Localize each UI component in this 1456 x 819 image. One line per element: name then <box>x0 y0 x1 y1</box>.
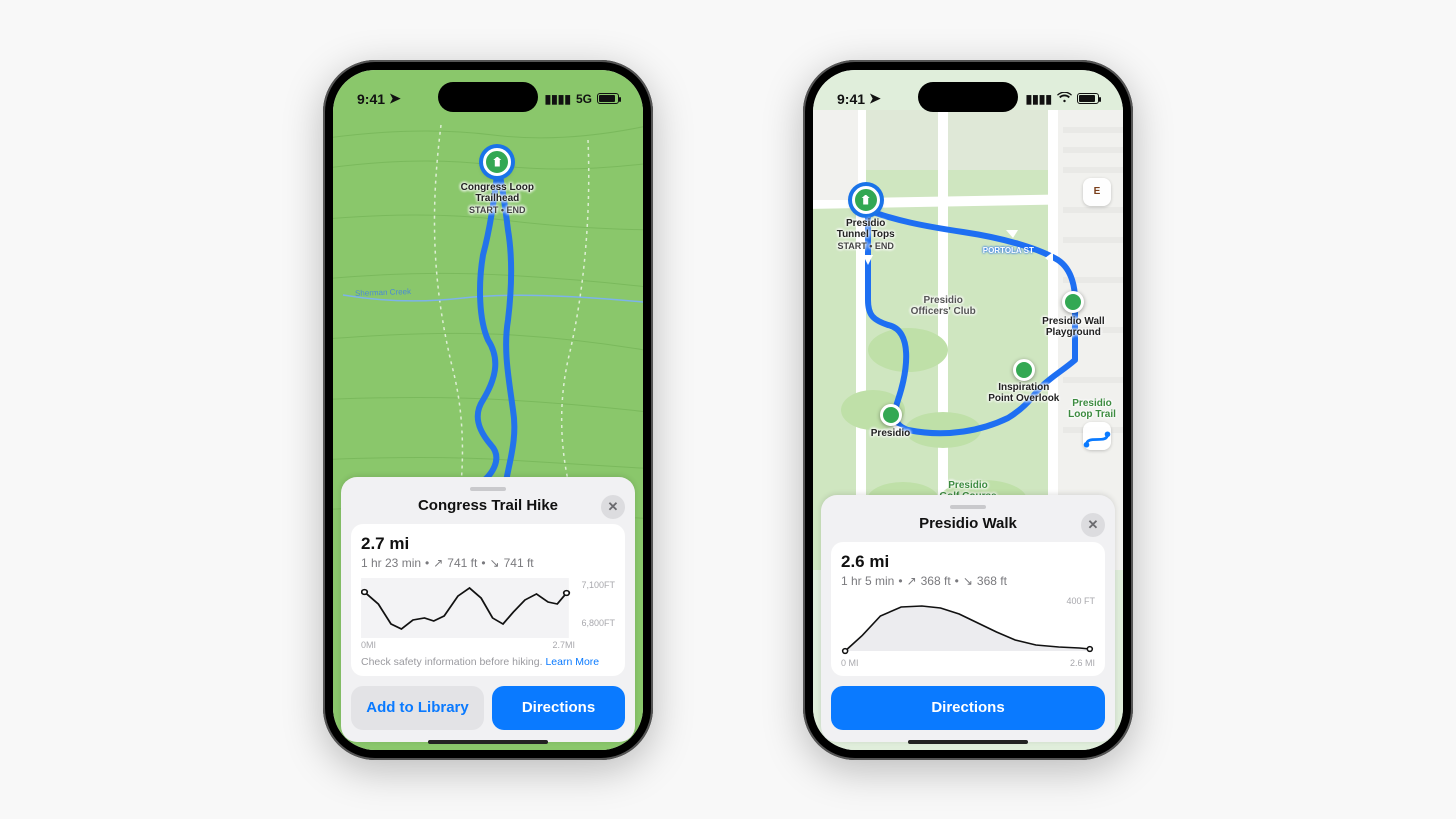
home-indicator[interactable] <box>908 740 1028 744</box>
distance-value: 2.6 mi <box>841 552 1095 572</box>
elevation-profile: 7,100FT 6,800FT <box>361 578 615 638</box>
stats-subline: 1 hr 23 min• ↗741 ft• ↘741 ft <box>361 556 615 570</box>
learn-more-link[interactable]: Learn More <box>545 656 599 668</box>
signal-bars-icon: ▮▮▮▮ <box>1026 92 1052 106</box>
location-arrow-icon: ➤ <box>389 90 401 107</box>
location-arrow-icon: ➤ <box>869 90 881 107</box>
home-indicator[interactable] <box>428 740 548 744</box>
dynamic-island <box>438 82 538 112</box>
y-axis-top: 7,100FT <box>581 580 615 590</box>
playground-label: Presidio Wall Playground <box>1042 316 1104 339</box>
elevation-profile: 400 FT <box>841 596 1095 656</box>
overlook-label: Inspiration Point Overlook <box>988 382 1059 405</box>
start-pin[interactable] <box>852 186 880 214</box>
safety-note: Check safety information before hiking. … <box>361 656 615 668</box>
card-title: Congress Trail Hike <box>418 497 558 514</box>
descent-icon: ↘ <box>490 556 500 570</box>
waypoint-pin-presidio[interactable] <box>880 404 902 426</box>
compass-button[interactable]: E <box>1083 178 1111 206</box>
status-time: 9:41 <box>357 91 385 107</box>
waypoint-icon <box>1062 291 1084 313</box>
directions-button[interactable]: Directions <box>492 686 625 730</box>
waypoint-icon <box>880 404 902 426</box>
route-mode-button[interactable] <box>1083 422 1111 450</box>
trailhead-pin[interactable] <box>483 148 511 176</box>
ascent-icon: ↗ <box>433 556 443 570</box>
phone-right: 9:41 ➤ ▮▮▮▮ <box>803 60 1133 760</box>
presidio-label: Presidio <box>871 428 910 440</box>
waypoint-pin-overlook[interactable] <box>1013 359 1035 381</box>
close-button[interactable]: ✕ <box>601 495 625 519</box>
street-label: PORTOLA ST <box>983 246 1034 255</box>
card-title: Presidio Walk <box>919 515 1017 532</box>
battery-icon <box>597 93 619 104</box>
waypoint-pin-playground[interactable] <box>1062 291 1084 313</box>
stats-subline: 1 hr 5 min• ↗368 ft• ↘368 ft <box>841 574 1095 588</box>
officers-club-label: Presidio Officers' Club <box>911 295 976 318</box>
route-card[interactable]: Presidio Walk ✕ 2.6 mi 1 hr 5 min• ↗368 … <box>821 495 1115 742</box>
drag-handle[interactable] <box>470 487 506 491</box>
drag-handle[interactable] <box>950 505 986 509</box>
loop-trail-label: Presidio Loop Trail <box>1068 398 1116 421</box>
y-axis-top: 400 FT <box>1066 596 1095 606</box>
y-axis-bottom: 6,800FT <box>581 618 615 628</box>
wifi-icon <box>1057 92 1072 106</box>
distance-value: 2.7 mi <box>361 534 615 554</box>
x-axis: 0 MI 2.6 MI <box>841 658 1095 668</box>
route-card[interactable]: Congress Trail Hike ✕ 2.7 mi 1 hr 23 min… <box>341 477 635 742</box>
directions-button[interactable]: Directions <box>831 686 1105 730</box>
descent-icon: ↘ <box>963 574 973 588</box>
signal-bars-icon: ▮▮▮▮ <box>545 92 571 106</box>
creek-label: Sherman Creek <box>355 287 411 298</box>
status-time: 9:41 <box>837 91 865 107</box>
stats-box: 2.7 mi 1 hr 23 min• ↗741 ft• ↘741 ft 7,1… <box>351 524 625 676</box>
phone-left: 9:41 ➤ ▮▮▮▮ 5G <box>323 60 653 760</box>
battery-icon <box>1077 93 1099 104</box>
start-label: Presidio Tunnel Tops START • END <box>837 218 895 251</box>
add-to-library-button[interactable]: Add to Library <box>351 686 484 730</box>
network-label: 5G <box>576 92 592 106</box>
park-pin-icon <box>852 186 880 214</box>
close-button[interactable]: ✕ <box>1081 513 1105 537</box>
ascent-icon: ↗ <box>907 574 917 588</box>
park-pin-icon <box>483 148 511 176</box>
waypoint-icon <box>1013 359 1035 381</box>
stats-box: 2.6 mi 1 hr 5 min• ↗368 ft• ↘368 ft 400 … <box>831 542 1105 676</box>
dynamic-island <box>918 82 1018 112</box>
x-axis: 0MI 2.7MI <box>361 640 615 650</box>
trailhead-label: Congress Loop Trailhead START • END <box>461 182 534 215</box>
